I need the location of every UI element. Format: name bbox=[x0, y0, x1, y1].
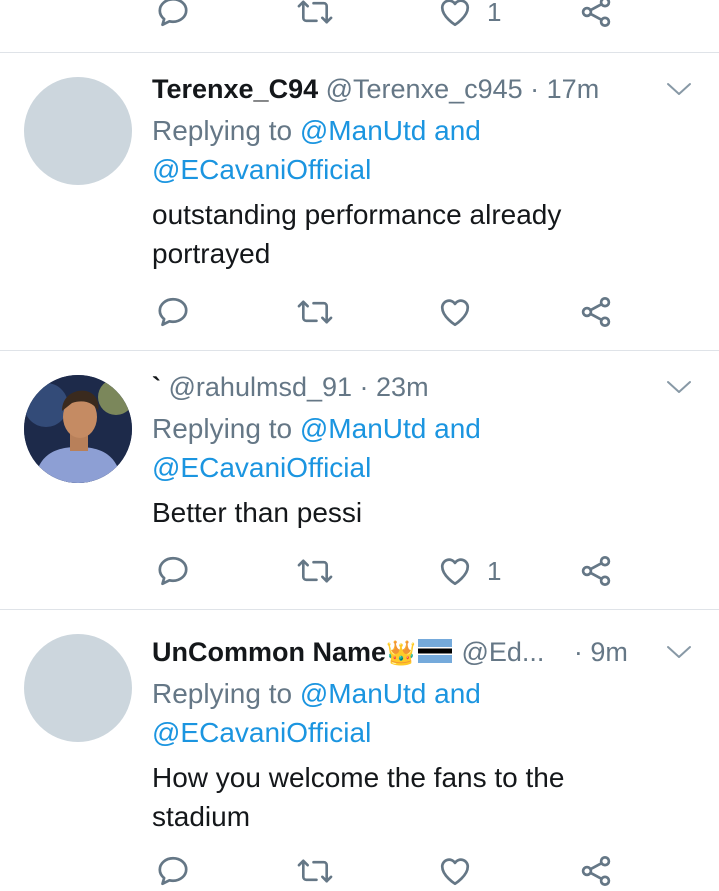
avatar[interactable] bbox=[24, 375, 132, 483]
retweet-button[interactable] bbox=[296, 0, 334, 32]
heart-icon bbox=[440, 0, 470, 27]
user-handle[interactable]: @Ed... bbox=[461, 637, 544, 667]
retweet-icon bbox=[297, 300, 333, 324]
mention-manutd[interactable]: @ManUtd bbox=[300, 115, 426, 146]
chevron-down-icon bbox=[667, 381, 691, 393]
share-icon bbox=[581, 297, 611, 327]
replying-to: Replying to @ManUtd and @ECavaniOfficial bbox=[152, 111, 672, 189]
mention-ecavani[interactable]: @ECavaniOfficial bbox=[152, 717, 371, 748]
tweet-menu-button[interactable] bbox=[665, 369, 693, 405]
replying-prefix: Replying to bbox=[152, 413, 293, 444]
tweet[interactable]: UnCommon Name👑 @Ed... · 9m Replying to @… bbox=[0, 610, 719, 886]
heart-icon bbox=[440, 858, 470, 886]
reply-button[interactable] bbox=[155, 0, 191, 32]
crown-icon: 👑 bbox=[386, 640, 416, 667]
chevron-down-icon bbox=[667, 83, 691, 95]
mention-and[interactable]: and bbox=[434, 115, 481, 146]
reply-button[interactable] bbox=[155, 292, 191, 332]
share-button[interactable] bbox=[578, 551, 614, 591]
like-count: 1 bbox=[487, 0, 502, 27]
reply-icon bbox=[158, 0, 188, 27]
heart-icon bbox=[440, 558, 470, 586]
reply-button[interactable] bbox=[155, 551, 191, 591]
retweet-button[interactable] bbox=[296, 851, 334, 891]
mention-and[interactable]: and bbox=[434, 413, 481, 444]
like-button[interactable] bbox=[437, 292, 473, 332]
user-handle[interactable]: @Terenxe_c945 bbox=[326, 74, 523, 104]
tweet-actions bbox=[0, 292, 719, 332]
retweet-button[interactable] bbox=[296, 292, 334, 332]
tweet-header: Terenxe_C94 @Terenxe_c945 · 17m bbox=[152, 71, 689, 107]
tweet-header: ` @rahulmsd_91 · 23m bbox=[152, 369, 689, 405]
retweet-icon bbox=[297, 0, 333, 24]
tweet-actions: 1 bbox=[0, 551, 719, 591]
display-name[interactable]: UnCommon Name bbox=[152, 637, 386, 667]
mention-ecavani[interactable]: @ECavaniOfficial bbox=[152, 154, 371, 185]
share-icon bbox=[581, 0, 611, 27]
avatar[interactable] bbox=[24, 634, 132, 742]
share-button[interactable] bbox=[578, 851, 614, 891]
tweet-text: Better than pessi bbox=[152, 493, 692, 532]
share-icon bbox=[581, 556, 611, 586]
tweet-text-line: Better than pessi bbox=[152, 497, 363, 528]
mention-manutd[interactable]: @ManUtd bbox=[300, 413, 426, 444]
botswana-flag-icon bbox=[417, 636, 452, 672]
tweet-header: UnCommon Name👑 @Ed... · 9m bbox=[152, 634, 689, 670]
reply-icon bbox=[158, 856, 188, 886]
tweet-text-line: outstanding performance already bbox=[152, 199, 562, 230]
display-name[interactable]: ` bbox=[152, 372, 161, 402]
replying-to: Replying to @ManUtd and @ECavaniOfficial bbox=[152, 674, 672, 752]
share-button[interactable] bbox=[578, 0, 614, 32]
replying-prefix: Replying to bbox=[152, 115, 293, 146]
tweet-text-line: portrayed bbox=[152, 238, 271, 269]
timestamp[interactable]: · 17m bbox=[530, 74, 599, 104]
mention-manutd[interactable]: @ManUtd bbox=[300, 678, 426, 709]
mention-ecavani[interactable]: @ECavaniOfficial bbox=[152, 452, 371, 483]
tweet[interactable]: Terenxe_C94 @Terenxe_c945 · 17m Replying… bbox=[0, 53, 719, 350]
chevron-down-icon bbox=[667, 646, 691, 658]
user-handle[interactable]: @rahulmsd_91 bbox=[169, 372, 353, 402]
tweet-text-line: How you welcome the fans to the bbox=[152, 762, 565, 793]
tweet-menu-button[interactable] bbox=[665, 71, 693, 107]
reply-icon bbox=[158, 297, 188, 327]
reply-button[interactable] bbox=[155, 851, 191, 891]
retweet-icon bbox=[297, 859, 333, 883]
like-count: 1 bbox=[487, 555, 502, 586]
tweet-menu-button[interactable] bbox=[665, 634, 693, 670]
reply-icon bbox=[158, 556, 188, 586]
avatar[interactable] bbox=[24, 77, 132, 185]
share-icon bbox=[581, 856, 611, 886]
tweet-text: outstanding performance already portraye… bbox=[152, 195, 692, 273]
retweet-button[interactable] bbox=[296, 551, 334, 591]
replying-to: Replying to @ManUtd and @ECavaniOfficial bbox=[152, 409, 672, 487]
replying-prefix: Replying to bbox=[152, 678, 293, 709]
avatar-photo bbox=[24, 375, 132, 483]
display-name[interactable]: Terenxe_C94 bbox=[152, 74, 318, 104]
timestamp[interactable]: · 23m bbox=[360, 372, 429, 402]
like-button[interactable]: 1 bbox=[437, 0, 501, 32]
tweet-text: How you welcome the fans to the stadium bbox=[152, 758, 692, 836]
top-tweet-actions: 1 bbox=[0, 0, 719, 32]
heart-icon bbox=[440, 299, 470, 327]
retweet-icon bbox=[297, 559, 333, 583]
like-button[interactable] bbox=[437, 851, 473, 891]
tweet-text-line: stadium bbox=[152, 801, 251, 832]
like-button[interactable]: 1 bbox=[437, 551, 501, 591]
share-button[interactable] bbox=[578, 292, 614, 332]
timestamp[interactable]: · 9m bbox=[574, 637, 628, 667]
tweet[interactable]: ` @rahulmsd_91 · 23m Replying to @ManUtd… bbox=[0, 351, 719, 609]
mention-and[interactable]: and bbox=[434, 678, 481, 709]
tweet-actions bbox=[0, 851, 719, 891]
